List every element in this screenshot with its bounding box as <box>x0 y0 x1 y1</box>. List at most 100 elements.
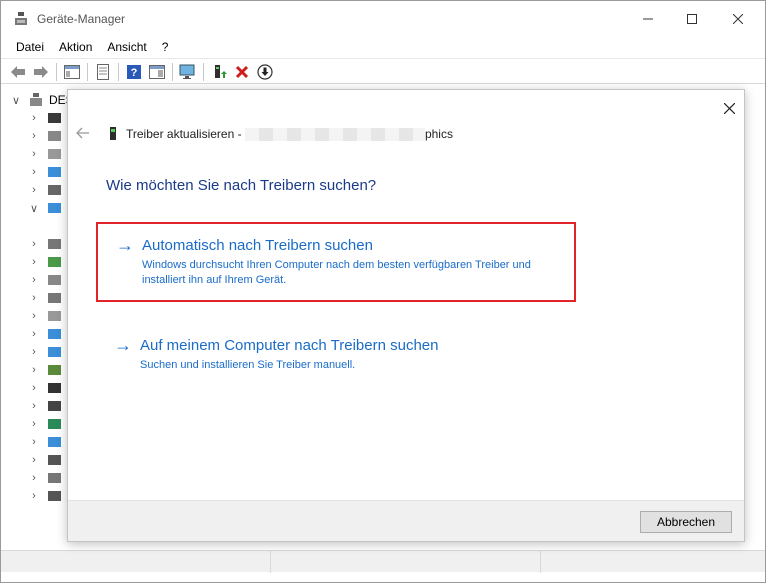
device-manager-window: Geräte-Manager Datei Aktion Ansicht ? ? … <box>0 0 766 583</box>
manual-search-option[interactable]: → Auf meinem Computer nach Treibern such… <box>96 330 576 380</box>
auto-search-option[interactable]: → Automatisch nach Treibern suchen Windo… <box>96 222 576 302</box>
close-icon <box>733 14 743 24</box>
storage-controller-icon <box>48 275 61 285</box>
dialog-footer: Abbrechen <box>68 500 744 541</box>
help-button[interactable]: ? <box>125 63 143 81</box>
action-pane-button[interactable] <box>148 63 166 81</box>
close-button[interactable] <box>715 1 761 37</box>
tree-row[interactable]: › <box>27 289 63 307</box>
help-icon: ? <box>127 65 141 79</box>
expand-chevron-icon[interactable]: › <box>27 166 41 178</box>
menu-aktion[interactable]: Aktion <box>52 37 99 57</box>
expand-chevron-icon[interactable]: › <box>27 238 41 250</box>
uninstall-device-button[interactable] <box>233 63 251 81</box>
menu-datei[interactable]: Datei <box>9 37 51 57</box>
tree-row[interactable]: › <box>27 145 63 163</box>
tree-row[interactable]: › <box>27 343 63 361</box>
tree-row[interactable]: › <box>27 487 63 505</box>
expand-chevron-icon[interactable]: › <box>27 148 41 160</box>
disk-drive-icon <box>48 293 61 303</box>
tree-row[interactable]: › <box>27 361 63 379</box>
maximize-button[interactable] <box>669 1 715 37</box>
expand-chevron-icon[interactable]: › <box>27 364 41 376</box>
expand-chevron-icon[interactable]: › <box>27 292 41 304</box>
disable-device-button[interactable] <box>256 63 274 81</box>
graphics-card-icon <box>110 127 116 140</box>
display-adapter-icon <box>48 203 61 213</box>
scan-hardware-button[interactable] <box>179 63 197 81</box>
expand-chevron-icon[interactable]: › <box>27 436 41 448</box>
tree-row[interactable]: › <box>27 109 63 127</box>
network-adapter-icon <box>48 257 61 267</box>
mouse-icon <box>48 311 61 321</box>
tree-row[interactable] <box>27 217 41 235</box>
tree-root[interactable]: ∨ DES <box>9 91 74 109</box>
arrow-right-icon: → <box>114 335 132 355</box>
software-component-icon <box>48 401 61 411</box>
dialog-header: Treiber aktualisieren - phics <box>126 127 453 142</box>
toolbar-separator <box>172 63 173 81</box>
tree-row[interactable]: › <box>27 451 63 469</box>
tree-row[interactable]: › <box>27 469 63 487</box>
tree-row[interactable]: › <box>27 397 63 415</box>
dialog-back-button[interactable] <box>74 124 92 142</box>
back-button[interactable] <box>9 63 27 81</box>
tree-row[interactable]: › <box>27 307 63 325</box>
expand-chevron-icon[interactable]: › <box>27 472 41 484</box>
forward-button[interactable] <box>32 63 50 81</box>
usb-controller-icon <box>48 455 61 465</box>
expand-chevron-icon[interactable]: › <box>27 328 41 340</box>
svg-text:?: ? <box>131 67 138 79</box>
menu-bar: Datei Aktion Ansicht ? <box>1 37 765 57</box>
maximize-icon <box>687 14 697 24</box>
expand-chevron-icon[interactable]: › <box>27 418 41 430</box>
dialog-header-prefix: Treiber aktualisieren - <box>126 127 245 141</box>
tree-row[interactable]: › <box>27 127 63 145</box>
expand-chevron-icon[interactable]: › <box>27 112 41 124</box>
update-driver-button[interactable] <box>210 63 228 81</box>
tree-row[interactable]: › <box>27 253 63 271</box>
dialog-header-suffix: phics <box>424 127 453 141</box>
show-hide-console-tree-button[interactable] <box>63 63 81 81</box>
cancel-button[interactable]: Abbrechen <box>640 511 732 533</box>
tree-row[interactable]: › <box>27 325 63 343</box>
monitor-scan-icon <box>179 64 195 79</box>
tree-row[interactable]: › <box>27 415 63 433</box>
expand-chevron-icon[interactable]: › <box>27 256 41 268</box>
expand-chevron-icon[interactable]: › <box>27 346 41 358</box>
tree-row[interactable]: › <box>27 379 63 397</box>
expand-chevron-icon[interactable]: › <box>27 454 41 466</box>
toolbar-separator <box>118 63 119 81</box>
window-title: Geräte-Manager <box>37 12 126 26</box>
manual-search-description: Suchen und installieren Sie Treiber manu… <box>140 359 356 371</box>
tree-row[interactable]: › <box>27 235 63 253</box>
printer-icon <box>48 185 61 195</box>
title-bar: Geräte-Manager <box>1 1 765 37</box>
update-driver-icon <box>215 65 227 78</box>
expand-chevron-icon[interactable]: › <box>27 184 41 196</box>
tree-row[interactable]: ∨ <box>27 199 63 217</box>
tree-row[interactable]: › <box>27 433 63 451</box>
properties-view-button[interactable] <box>94 63 112 81</box>
collapse-chevron-icon[interactable]: ∨ <box>27 202 41 215</box>
tree-row[interactable]: › <box>27 271 63 289</box>
status-cell <box>271 551 541 573</box>
expand-chevron-icon[interactable]: › <box>27 130 41 142</box>
menu-help[interactable]: ? <box>155 37 176 57</box>
minimize-icon <box>643 18 653 20</box>
expand-chevron-icon[interactable]: › <box>27 382 41 394</box>
expand-chevron-icon[interactable]: › <box>27 400 41 412</box>
expand-chevron-icon[interactable]: › <box>27 490 41 502</box>
menu-ansicht[interactable]: Ansicht <box>100 37 153 57</box>
console-tree-icon <box>64 65 80 79</box>
minimize-button[interactable] <box>625 1 671 37</box>
tree-row[interactable]: › <box>27 163 63 181</box>
download-circle-icon <box>257 64 273 80</box>
expand-chevron-icon[interactable]: › <box>27 274 41 286</box>
monitor-icon <box>48 167 61 177</box>
dialog-close-button[interactable] <box>716 96 742 120</box>
collapse-chevron-icon[interactable]: ∨ <box>9 94 23 107</box>
expand-chevron-icon[interactable]: › <box>27 310 41 322</box>
toolbar: ? <box>1 58 765 84</box>
tree-row[interactable]: › <box>27 181 63 199</box>
